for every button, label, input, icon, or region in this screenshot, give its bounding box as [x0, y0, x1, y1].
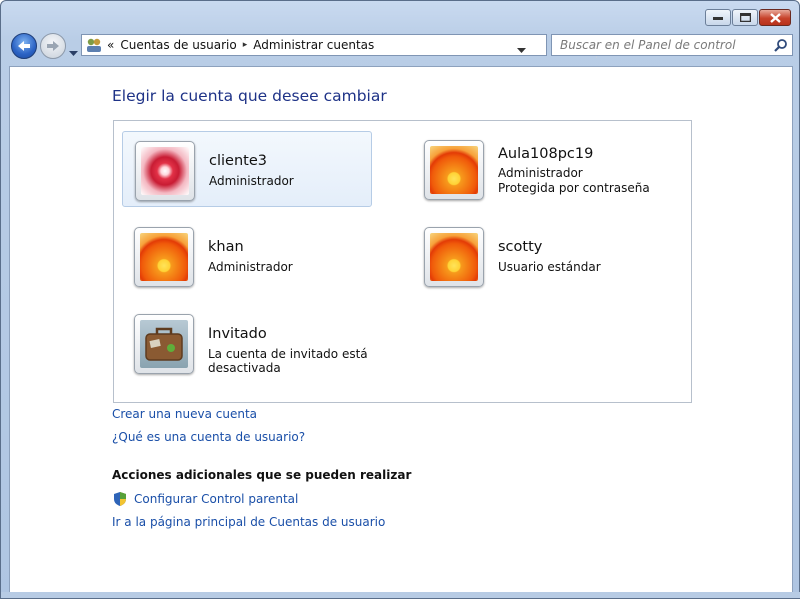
account-type: Administrador: [209, 174, 294, 188]
breadcrumb-separator[interactable]: ▸: [243, 40, 248, 50]
account-picture: [134, 227, 194, 287]
control-panel-window: « Cuentas de usuario ▸ Administrar cuent…: [0, 0, 800, 599]
recent-pages-dropdown[interactable]: [69, 42, 78, 61]
caption-buttons: [705, 9, 791, 26]
parental-control-label: Configurar Control parental: [134, 492, 299, 506]
account-status: Protegida por contraseña: [498, 181, 650, 195]
create-account-link[interactable]: Crear una nueva cuenta: [112, 407, 257, 421]
account-status: La cuenta de invitado está desactivada: [208, 347, 368, 375]
content-area: Elegir la cuenta que desee cambiar clien…: [9, 66, 793, 594]
account-name: cliente3: [209, 153, 267, 169]
control-panel-icon: [87, 38, 101, 52]
search-placeholder: Buscar en el Panel de control: [560, 38, 736, 52]
account-name: khan: [208, 239, 244, 255]
page-title: Elegir la cuenta que desee cambiar: [112, 87, 387, 105]
flower-picture-icon: [140, 233, 188, 281]
account-picture: [135, 141, 195, 201]
breadcrumb-overflow[interactable]: «: [107, 38, 114, 52]
maximize-button[interactable]: [732, 9, 758, 26]
chevron-down-icon: [69, 51, 78, 56]
shield-icon: [114, 492, 126, 506]
forward-arrow-icon: [47, 41, 59, 51]
maximize-icon: [739, 13, 751, 22]
back-button[interactable]: [11, 33, 37, 59]
account-name: Aula108pc19: [498, 146, 594, 162]
account-tile-cliente3[interactable]: cliente3 Administrador: [122, 131, 372, 207]
close-button[interactable]: [759, 9, 791, 26]
parental-control-link[interactable]: Configurar Control parental: [112, 491, 298, 507]
what-is-account-link[interactable]: ¿Qué es una cuenta de usuario?: [112, 430, 305, 444]
user-accounts-home-link[interactable]: Ir a la página principal de Cuentas de u…: [112, 515, 385, 529]
back-arrow-icon: [18, 41, 30, 51]
address-bar[interactable]: « Cuentas de usuario ▸ Administrar cuent…: [81, 34, 613, 58]
search-icon[interactable]: [774, 38, 788, 52]
account-picture: [424, 227, 484, 287]
accounts-panel: cliente3 Administrador Aula108pc19 Admin…: [113, 120, 692, 403]
account-tile-khan[interactable]: khan Administrador: [122, 218, 372, 294]
account-type: Usuario estándar: [498, 260, 601, 274]
account-tile-scotty[interactable]: scotty Usuario estándar: [412, 218, 662, 294]
navigation-toolbar: « Cuentas de usuario ▸ Administrar cuent…: [9, 31, 793, 61]
window-bottom-border: [1, 592, 800, 598]
chevron-down-icon: [517, 48, 526, 53]
minimize-icon: [713, 16, 723, 20]
additional-actions-heading: Acciones adicionales que se pueden reali…: [112, 468, 412, 482]
account-name: Invitado: [208, 326, 267, 342]
account-name: scotty: [498, 239, 543, 255]
close-icon: [769, 12, 781, 23]
flower-picture-icon: [430, 233, 478, 281]
search-input[interactable]: Buscar en el Panel de control: [551, 34, 793, 56]
account-type: Administrador: [498, 166, 583, 180]
account-type: Administrador: [208, 260, 293, 274]
suitcase-picture-icon: [140, 320, 188, 368]
breadcrumb-item-administrar[interactable]: Administrar cuentas: [253, 38, 374, 52]
account-tile-aula108pc19[interactable]: Aula108pc19 Administrador Protegida por …: [412, 131, 662, 207]
address-dropdown[interactable]: [517, 43, 526, 57]
minimize-button[interactable]: [705, 9, 731, 26]
account-picture: [134, 314, 194, 374]
account-picture: [424, 140, 484, 200]
flower-picture-icon: [430, 146, 478, 194]
breadcrumb-item-cuentas[interactable]: Cuentas de usuario: [120, 38, 236, 52]
forward-button[interactable]: [40, 33, 66, 59]
account-tile-invitado[interactable]: Invitado La cuenta de invitado está desa…: [122, 305, 442, 381]
flower-picture-icon: [141, 147, 189, 195]
